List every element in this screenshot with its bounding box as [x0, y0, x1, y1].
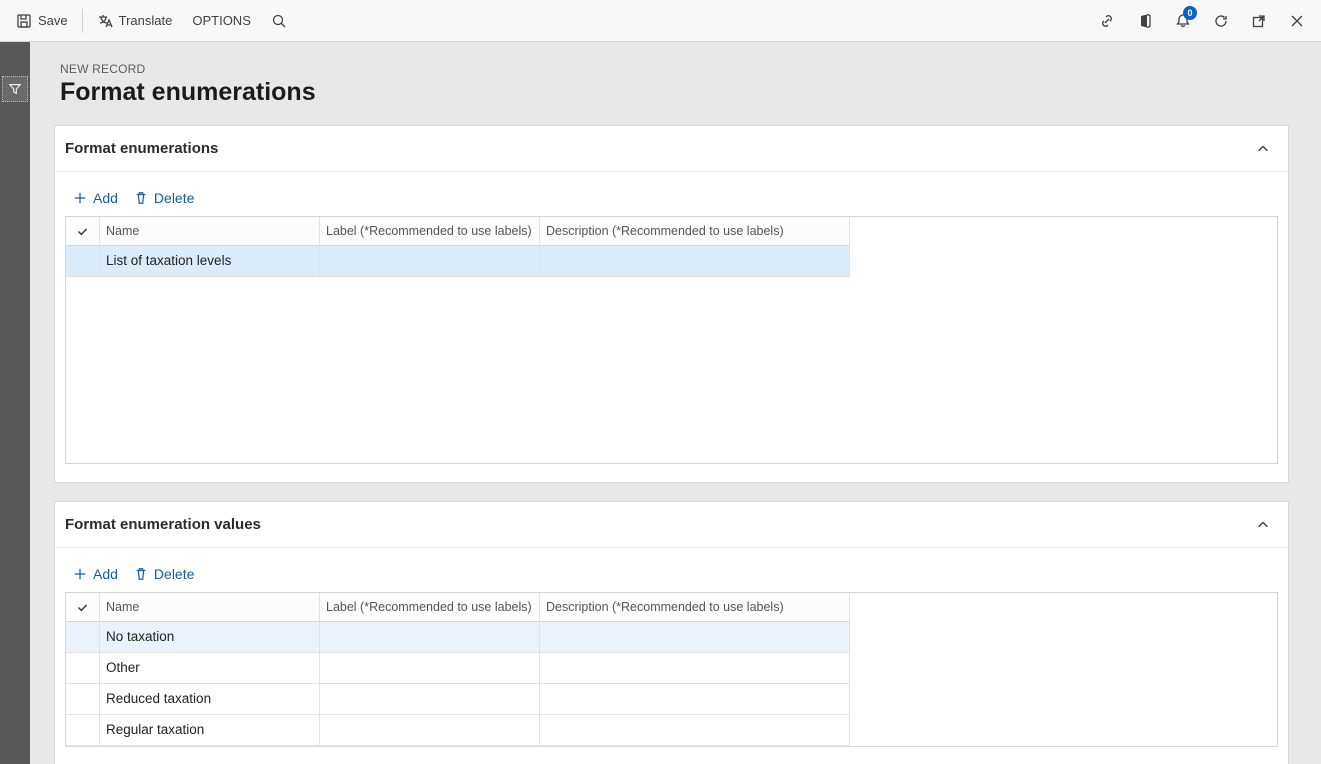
cell-name[interactable]: Regular taxation: [100, 715, 320, 746]
office-icon: [1137, 13, 1153, 29]
cell-name[interactable]: Reduced taxation: [100, 684, 320, 715]
check-icon: [76, 225, 89, 238]
add-label: Add: [93, 190, 118, 206]
section-title: Format enumeration values: [65, 516, 261, 533]
app-toolbar: Save Translate OPTIONS: [0, 0, 1321, 42]
refresh-icon: [1213, 13, 1229, 29]
filter-pane-toggle[interactable]: [2, 76, 28, 102]
cell-description[interactable]: [540, 715, 850, 746]
row-select-cell[interactable]: [66, 622, 100, 653]
add-button[interactable]: Add: [73, 566, 118, 582]
table-row[interactable]: Regular taxation: [66, 715, 1277, 746]
delete-button[interactable]: Delete: [134, 190, 194, 206]
office-button[interactable]: [1127, 0, 1163, 41]
cell-label[interactable]: [320, 246, 540, 277]
table-row[interactable]: No taxation: [66, 622, 1277, 653]
save-button[interactable]: Save: [6, 0, 78, 41]
left-rail: [0, 42, 30, 764]
column-label[interactable]: Label (*Recommended to use labels): [320, 593, 540, 622]
page-title: Format enumerations: [60, 78, 1283, 107]
save-icon: [16, 13, 32, 29]
enumerations-grid: Name Label (*Recommended to use labels) …: [65, 216, 1278, 464]
delete-label: Delete: [154, 566, 194, 582]
cell-description[interactable]: [540, 622, 850, 653]
breadcrumb: NEW RECORD: [60, 62, 1283, 76]
attach-button[interactable]: [1089, 0, 1125, 41]
page-header: NEW RECORD Format enumerations: [30, 42, 1313, 117]
table-row[interactable]: Reduced taxation: [66, 684, 1277, 715]
popout-button[interactable]: [1241, 0, 1277, 41]
translate-button[interactable]: Translate: [87, 0, 183, 41]
cell-description[interactable]: [540, 684, 850, 715]
chevron-up-icon: [1256, 518, 1270, 532]
options-button[interactable]: OPTIONS: [182, 0, 261, 41]
column-name[interactable]: Name: [100, 593, 320, 622]
translate-label: Translate: [119, 13, 173, 28]
close-button[interactable]: [1279, 0, 1315, 41]
row-select-cell[interactable]: [66, 715, 100, 746]
enumeration-values-grid: Name Label (*Recommended to use labels) …: [65, 592, 1278, 747]
add-button[interactable]: Add: [73, 190, 118, 206]
link-icon: [1099, 13, 1115, 29]
section-format-enumerations: Format enumerations Add Delete: [54, 125, 1289, 483]
cell-label[interactable]: [320, 715, 540, 746]
column-description[interactable]: Description (*Recommended to use labels): [540, 217, 850, 246]
search-button[interactable]: [261, 0, 297, 41]
section-header[interactable]: Format enumerations: [55, 126, 1288, 172]
table-row[interactable]: Other: [66, 653, 1277, 684]
save-label: Save: [38, 13, 68, 28]
grid-header-row: Name Label (*Recommended to use labels) …: [66, 593, 1277, 622]
delete-label: Delete: [154, 190, 194, 206]
section-header[interactable]: Format enumeration values: [55, 502, 1288, 548]
trash-icon: [134, 567, 148, 581]
workspace: NEW RECORD Format enumerations Format en…: [0, 42, 1321, 764]
section-format-enumeration-values: Format enumeration values Add Delete: [54, 501, 1289, 764]
table-row[interactable]: List of taxation levels: [66, 246, 1277, 277]
cell-description[interactable]: [540, 246, 850, 277]
grid-toolbar: Add Delete: [65, 180, 1278, 216]
cell-label[interactable]: [320, 684, 540, 715]
row-select-cell[interactable]: [66, 684, 100, 715]
check-icon: [76, 601, 89, 614]
cell-name[interactable]: No taxation: [100, 622, 320, 653]
translate-icon: [97, 13, 113, 29]
content-scroll[interactable]: NEW RECORD Format enumerations Format en…: [30, 42, 1321, 764]
popout-icon: [1251, 13, 1267, 29]
plus-icon: [73, 567, 87, 581]
chevron-up-icon: [1256, 142, 1270, 156]
toolbar-separator: [82, 9, 83, 33]
add-label: Add: [93, 566, 118, 582]
search-icon: [271, 13, 287, 29]
row-select-cell[interactable]: [66, 653, 100, 684]
options-label: OPTIONS: [192, 13, 251, 28]
trash-icon: [134, 191, 148, 205]
notifications-button[interactable]: 0: [1165, 0, 1201, 41]
column-description[interactable]: Description (*Recommended to use labels): [540, 593, 850, 622]
grid-toolbar: Add Delete: [65, 556, 1278, 592]
cell-label[interactable]: [320, 622, 540, 653]
column-label[interactable]: Label (*Recommended to use labels): [320, 217, 540, 246]
cell-description[interactable]: [540, 653, 850, 684]
cell-name[interactable]: Other: [100, 653, 320, 684]
grid-empty-space: [66, 277, 1277, 463]
select-all-header[interactable]: [66, 217, 100, 246]
select-all-header[interactable]: [66, 593, 100, 622]
cell-name[interactable]: List of taxation levels: [100, 246, 320, 277]
filter-icon: [8, 82, 22, 96]
row-select-cell[interactable]: [66, 246, 100, 277]
refresh-button[interactable]: [1203, 0, 1239, 41]
notification-badge: 0: [1183, 6, 1197, 20]
delete-button[interactable]: Delete: [134, 566, 194, 582]
grid-header-row: Name Label (*Recommended to use labels) …: [66, 217, 1277, 246]
close-icon: [1289, 13, 1305, 29]
cell-label[interactable]: [320, 653, 540, 684]
section-title: Format enumerations: [65, 140, 218, 157]
column-name[interactable]: Name: [100, 217, 320, 246]
plus-icon: [73, 191, 87, 205]
